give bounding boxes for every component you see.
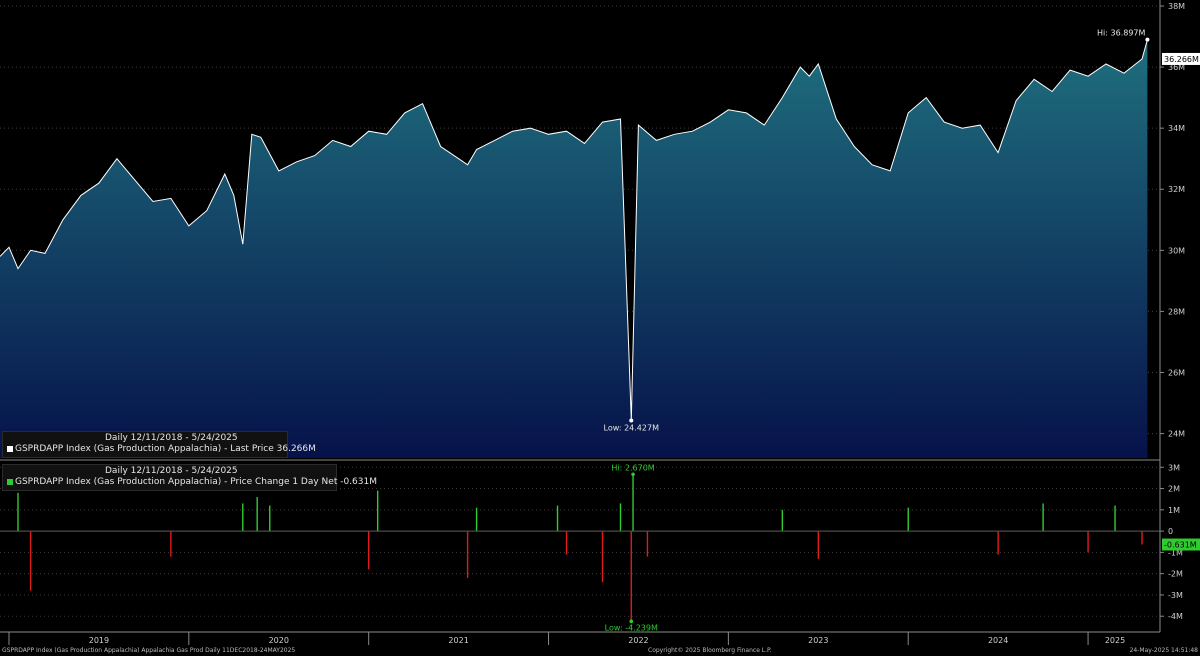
price-swatch	[7, 445, 13, 452]
chart-canvas: 24M26M28M30M32M34M36M38M Hi: 36.897MLow:…	[0, 0, 1200, 645]
x-axis: 2019 2020 2021 2022 2023 2024 2025	[0, 631, 1160, 645]
x-axis-label: 2025	[1105, 636, 1125, 645]
top-legend[interactable]: Daily 12/11/2018 - 5/24/2025 GSPRDAPP In…	[2, 431, 316, 458]
change-bar	[475, 507, 478, 532]
change-bar	[367, 531, 370, 570]
change-bar	[1114, 505, 1116, 532]
price-high-label: Hi: 36.897M	[1097, 29, 1145, 38]
change-bar	[1042, 503, 1044, 532]
bottom-y-tick-label: 3M	[1168, 463, 1180, 472]
change-bar	[907, 507, 909, 532]
change-bar	[466, 531, 469, 578]
bottom-y-tick-label: -2M	[1168, 570, 1183, 579]
change-bar	[170, 531, 172, 557]
change-bar	[29, 531, 32, 591]
x-axis-label: 2019	[89, 636, 109, 645]
footer-copyright: Copyright© 2025 Bloomberg Finance L.P.	[648, 647, 772, 654]
bottom-legend-label: GSPRDAPP Index (Gas Production Appalachi…	[15, 477, 377, 487]
x-axis-label: 2023	[808, 636, 828, 645]
top-y-tick-label: 38M	[1168, 2, 1185, 11]
top-y-tick-label: 24M	[1168, 430, 1185, 439]
top-y-tick-label: 32M	[1168, 185, 1185, 194]
change-bar	[242, 503, 244, 532]
footer-timestamp: 24-May-2025 14:51:48	[1129, 647, 1198, 654]
change-bar	[646, 531, 649, 557]
change-bar	[1087, 531, 1089, 553]
x-axis-label: 2024	[988, 636, 1008, 645]
last-price-tag-label: 36.266M	[1164, 55, 1199, 64]
bottom-legend-range: Daily 12/11/2018 - 5/24/2025	[105, 466, 238, 476]
x-axis-label: 2022	[628, 636, 648, 645]
footer: GSPRDAPP Index (Gas Production Appalachi…	[0, 646, 1200, 656]
change-high-label: Hi: 2.670M	[611, 463, 654, 472]
change-bar	[619, 503, 622, 532]
change-bar	[601, 531, 604, 583]
change-bar	[632, 474, 634, 532]
change-high-marker	[631, 472, 635, 477]
bottom-y-tick-label: -3M	[1168, 591, 1183, 600]
bottom-y-tick-label: 0	[1168, 527, 1173, 536]
bottom-panel-annotations: Hi: 2.670M Low: -4.239M -0.631M	[605, 463, 1200, 632]
bottom-y-tick-label: 2M	[1168, 485, 1180, 494]
change-swatch	[7, 478, 13, 485]
price-high-marker	[1145, 37, 1150, 42]
bottom-y-tick-label: -4M	[1168, 612, 1183, 621]
top-panel-y-axis: 24M26M28M30M32M34M36M38M	[1160, 2, 1185, 439]
top-legend-label: GSPRDAPP Index (Gas Production Appalachi…	[15, 444, 316, 454]
change-bar	[781, 509, 784, 532]
bottom-legend[interactable]: Daily 12/11/2018 - 5/24/2025 GSPRDAPP In…	[2, 464, 377, 491]
top-legend-range: Daily 12/11/2018 - 5/24/2025	[105, 433, 238, 443]
price-area-fill	[0, 39, 1148, 458]
top-y-tick-label: 26M	[1168, 368, 1185, 377]
top-y-tick-label: 28M	[1168, 307, 1185, 316]
x-axis-label: 2021	[448, 636, 468, 645]
price-low-marker	[629, 418, 634, 423]
change-bar	[630, 531, 632, 622]
change-low-label: Low: -4.239M	[605, 623, 658, 632]
last-change-tag-label: -0.631M	[1164, 541, 1197, 550]
change-bar	[376, 490, 379, 532]
change-bar	[556, 505, 559, 532]
bottom-y-tick-label: 1M	[1168, 506, 1180, 515]
change-bar	[1141, 531, 1143, 545]
change-bars	[0, 474, 1160, 622]
change-bar	[17, 492, 19, 532]
footer-security: GSPRDAPP Index (Gas Production Appalachi…	[2, 647, 296, 654]
change-bar	[269, 505, 271, 532]
change-bar	[817, 531, 819, 559]
top-y-tick-label: 34M	[1168, 124, 1185, 133]
price-low-label: Low: 24.427M	[604, 424, 660, 433]
top-y-tick-label: 30M	[1168, 246, 1185, 255]
change-bar	[256, 497, 258, 532]
change-bar	[565, 531, 568, 555]
change-bar	[997, 531, 999, 555]
x-axis-label: 2020	[269, 636, 289, 645]
